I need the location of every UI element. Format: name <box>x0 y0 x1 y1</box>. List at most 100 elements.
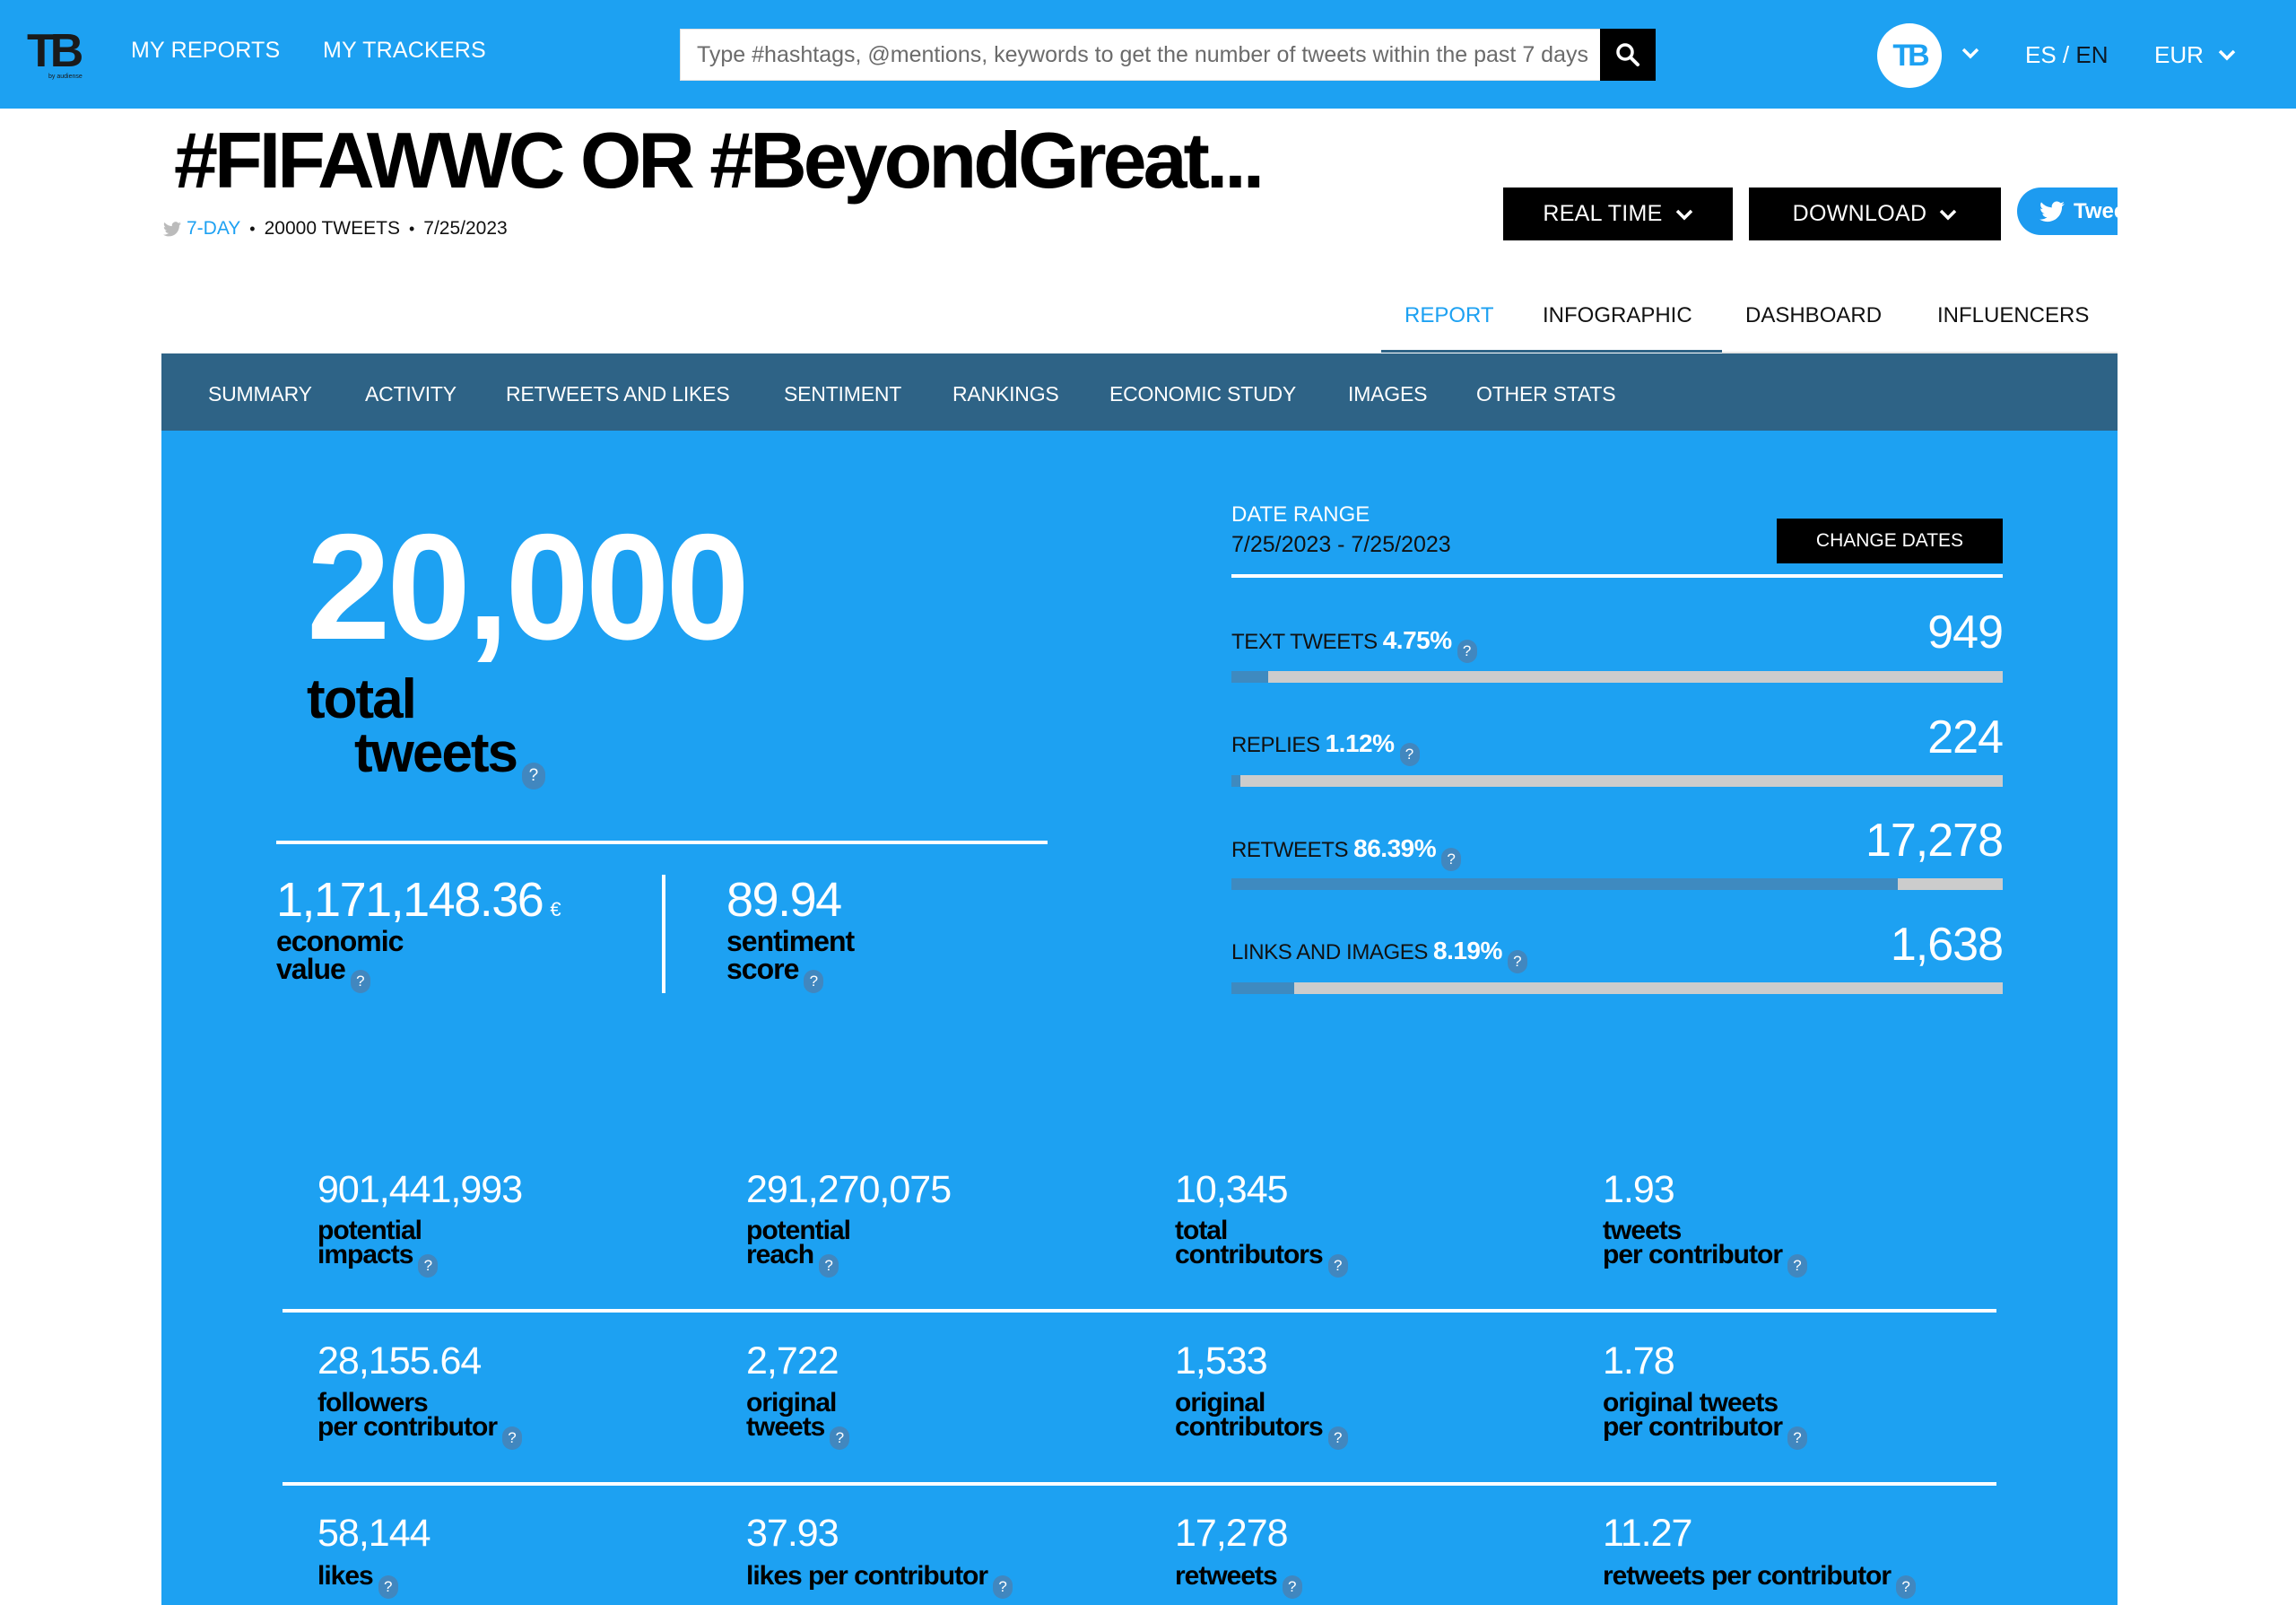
section-economic-study[interactable]: ECONOMIC STUDY <box>1109 382 1296 406</box>
help-icon[interactable]: ? <box>1787 1426 1807 1450</box>
stat-label-line2: impacts <box>317 1240 413 1269</box>
stat-label-line1: likes per contributor <box>746 1561 988 1591</box>
stat-label: original contributors? <box>1175 1390 1348 1450</box>
currency-chevron-icon[interactable] <box>2217 48 2237 63</box>
summary-panel: 20,000 total tweets? 1,171,148.36 € econo… <box>161 431 2118 1605</box>
section-retweets-and-likes[interactable]: RETWEETS AND LIKES <box>506 382 730 406</box>
lang-es[interactable]: ES <box>2025 41 2057 68</box>
stat-value: 58,144 <box>317 1512 431 1555</box>
search-input[interactable] <box>681 30 1603 80</box>
stat-label: original tweets per contributor? <box>1603 1390 1807 1450</box>
help-icon[interactable]: ? <box>1327 1426 1348 1450</box>
download-button[interactable]: DOWNLOAD <box>1749 188 2001 240</box>
stat-label-line1: retweets <box>1175 1561 1278 1591</box>
breakdown-count: 224 <box>1927 711 2004 763</box>
tab-influencers[interactable]: INFLUENCERS <box>1937 303 2089 328</box>
help-icon[interactable]: ? <box>1896 1575 1917 1599</box>
search-button[interactable] <box>1600 29 1656 81</box>
help-icon[interactable]: ? <box>502 1426 522 1450</box>
tweetbinder-logo[interactable]: TB by audiense <box>27 28 83 80</box>
nav-my-trackers[interactable]: MY TRACKERS <box>323 38 486 64</box>
real-time-button[interactable]: REAL TIME <box>1503 188 1733 240</box>
breakdown-label-text: LINKS AND IMAGES <box>1231 940 1428 964</box>
help-icon[interactable]: ? <box>1399 743 1420 766</box>
stat-value: 28,155.64 <box>317 1339 482 1383</box>
help-icon[interactable]: ? <box>350 970 370 993</box>
help-icon[interactable]: ? <box>521 763 545 789</box>
breakdown-label-text: RETWEETS <box>1231 838 1349 862</box>
total-tweets-label-line2: tweets <box>354 722 518 784</box>
help-icon[interactable]: ? <box>1787 1254 1807 1278</box>
help-icon[interactable]: ? <box>1507 950 1527 973</box>
nav-my-reports[interactable]: MY REPORTS <box>131 38 280 64</box>
breakdown-count: 949 <box>1927 606 2004 659</box>
tab-infographic[interactable]: INFOGRAPHIC <box>1543 303 1692 328</box>
help-icon[interactable]: ? <box>1441 848 1462 871</box>
section-activity[interactable]: ACTIVITY <box>365 382 457 406</box>
section-images[interactable]: IMAGES <box>1348 382 1427 406</box>
date-range-divider <box>1231 574 2003 578</box>
report-period[interactable]: 7-DAY <box>187 218 240 240</box>
help-icon[interactable]: ? <box>1282 1575 1302 1599</box>
help-icon[interactable]: ? <box>830 1426 850 1450</box>
chevron-down-icon <box>1675 209 1692 220</box>
account-menu-chevron-icon[interactable] <box>1961 47 1980 61</box>
search-bar <box>680 29 1656 81</box>
breakdown-progress-fill <box>1231 878 1898 890</box>
stat-label-line1: retweets per contributor <box>1603 1561 1892 1591</box>
twitter-bird-icon <box>2039 200 2065 222</box>
breakdown-progress-fill <box>1231 671 1268 683</box>
currency-selector[interactable]: EUR <box>2154 41 2204 69</box>
stat-label: potential impacts? <box>317 1217 439 1278</box>
stat-value: 1.93 <box>1603 1168 1675 1211</box>
help-icon[interactable]: ? <box>418 1254 439 1278</box>
currency-symbol: € <box>550 898 561 920</box>
help-icon[interactable]: ? <box>1457 640 1477 663</box>
breakdown-percent: 8.19% <box>1433 937 1502 964</box>
report-date: 7/25/2023 <box>423 218 508 239</box>
stat-label-line2: contributors <box>1175 1412 1324 1442</box>
tweet-share-label: Tweet <box>2074 198 2118 223</box>
total-tweets-label: total tweets? <box>307 672 545 789</box>
section-navigation: SUMMARY ACTIVITY RETWEETS AND LIKES SENT… <box>161 353 2118 431</box>
tab-dashboard[interactable]: DASHBOARD <box>1745 303 1882 328</box>
help-icon[interactable]: ? <box>804 970 824 993</box>
section-sentiment[interactable]: SENTIMENT <box>784 382 901 406</box>
date-range-label: DATE RANGE <box>1231 502 1370 527</box>
tab-report[interactable]: REPORT <box>1405 303 1494 328</box>
section-summary[interactable]: SUMMARY <box>208 382 312 406</box>
breakdown-progress-bar <box>1231 982 2003 994</box>
meta-separator: • <box>249 219 256 238</box>
economic-value-label: economic value? <box>276 927 404 993</box>
stat-label: original tweets? <box>746 1390 850 1450</box>
section-rankings[interactable]: RANKINGS <box>952 382 1059 406</box>
sentiment-score-label: sentiment score? <box>726 927 855 993</box>
stat-label-line2: per contributor <box>1603 1412 1783 1442</box>
breakdown-progress-bar <box>1231 878 2003 890</box>
stat-label-line2: reach <box>746 1240 814 1269</box>
stats-divider <box>283 1309 1996 1313</box>
breakdown-label: TEXT TWEETS 4.75%? <box>1231 626 1477 663</box>
twitter-bird-icon <box>163 221 181 236</box>
section-other-stats[interactable]: OTHER STATS <box>1476 382 1616 406</box>
help-icon[interactable]: ? <box>819 1254 839 1278</box>
report-title: #FIFAWWC OR #BeyondGreat... <box>174 116 1265 205</box>
economic-value: 1,171,148.36 € <box>276 872 561 928</box>
help-icon[interactable]: ? <box>378 1575 398 1599</box>
help-icon[interactable]: ? <box>993 1575 1013 1599</box>
breakdown-progress-bar <box>1231 671 2003 683</box>
user-avatar[interactable]: TB <box>1877 23 1942 88</box>
stat-value: 901,441,993 <box>317 1168 523 1211</box>
lang-en[interactable]: EN <box>2075 41 2108 68</box>
change-dates-button[interactable]: CHANGE DATES <box>1777 519 2003 563</box>
help-icon[interactable]: ? <box>1327 1254 1348 1278</box>
summary-vertical-divider <box>662 875 665 993</box>
breakdown-label: RETWEETS 86.39%? <box>1231 834 1462 871</box>
stats-divider <box>283 1482 1996 1486</box>
stat-label-line2: per contributor <box>1603 1240 1783 1269</box>
stat-value: 291,270,075 <box>746 1168 952 1211</box>
stat-value: 1,533 <box>1175 1339 1268 1383</box>
report-meta: 7-DAY • 20000 TWEETS • 7/25/2023 <box>163 218 508 240</box>
tweet-share-button[interactable]: Tweet <box>2017 188 2118 235</box>
stat-label: retweets per contributor? <box>1603 1561 1917 1599</box>
